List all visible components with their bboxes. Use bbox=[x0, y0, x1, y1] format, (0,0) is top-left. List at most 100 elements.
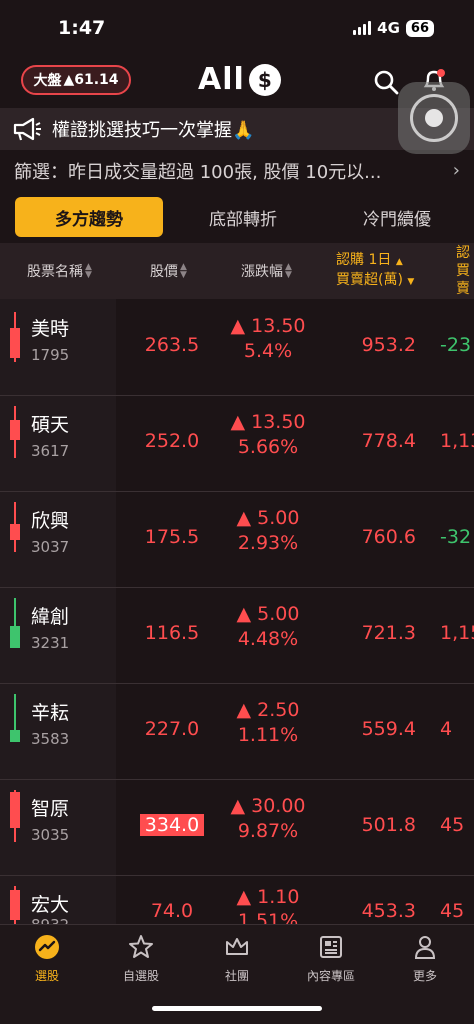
home-indicator[interactable] bbox=[152, 1006, 322, 1011]
app-logo: All $ bbox=[198, 62, 281, 97]
search-icon bbox=[374, 70, 399, 95]
call-net-buy: 559.4 bbox=[361, 718, 416, 740]
price-change: ▲ 30.00 bbox=[230, 795, 306, 817]
status-time: 1:47 bbox=[58, 17, 106, 39]
announcement-text: 權證挑選技巧一次掌握🙏 bbox=[52, 120, 255, 141]
nav-stock-pick[interactable]: 選股 bbox=[7, 933, 87, 993]
person-icon bbox=[414, 936, 436, 959]
filter-bar[interactable]: 篩選：昨日成交量超過 100張, 股價 10元以... › bbox=[0, 150, 474, 192]
stock-code: 3583 bbox=[31, 730, 70, 748]
battery-icon: 66 bbox=[405, 19, 434, 37]
nav-community[interactable]: 社團 bbox=[197, 933, 277, 993]
stock-price-limit-up: 334.0 bbox=[140, 814, 204, 836]
header-price-label: 股價 bbox=[150, 264, 178, 280]
extra-value: -32 bbox=[440, 526, 472, 548]
candlestick-icon bbox=[10, 502, 20, 552]
status-right: 4G 66 bbox=[353, 19, 434, 37]
price-change-pct: 1.11% bbox=[237, 724, 299, 746]
table-row[interactable]: 美時 1795 263.5 ▲ 13.50 5.4% 953.2 -23 bbox=[0, 300, 474, 396]
header-extra[interactable]: 認 買賣 bbox=[456, 243, 474, 299]
stock-code: 8932 bbox=[31, 916, 69, 924]
price-change: ▲ 13.50 bbox=[230, 315, 306, 337]
header-change-label: 漲跌幅 bbox=[241, 264, 283, 280]
stock-price: 175.5 bbox=[144, 526, 200, 548]
extra-value: 1,15 bbox=[440, 622, 474, 644]
table-row[interactable]: 辛耘 3583 227.0 ▲ 2.50 1.11% 559.4 4 bbox=[0, 684, 474, 780]
price-change: ▲ 5.00 bbox=[236, 603, 300, 625]
stock-code: 3035 bbox=[31, 826, 70, 844]
nav-content[interactable]: 內容專區 bbox=[291, 933, 371, 993]
price-change-pct: 2.93% bbox=[237, 532, 299, 554]
stock-code: 1795 bbox=[31, 346, 70, 364]
extra-value: 1,13 bbox=[440, 430, 474, 452]
nav-more[interactable]: 更多 bbox=[385, 933, 465, 993]
stock-name: 碩天 bbox=[31, 414, 70, 436]
header-call-net-buy[interactable]: 認購 1日 ▲ 買賣超(萬) ▼ bbox=[336, 243, 414, 299]
extra-value: 45 bbox=[440, 900, 465, 922]
strategy-tabs: 多方趨勢 底部轉折 冷門續優 bbox=[0, 195, 474, 239]
crown-icon bbox=[226, 938, 248, 955]
table-row[interactable]: 宏大 8932 74.0 ▲ 1.10 1.51% 453.3 45 bbox=[0, 876, 474, 924]
nav-label: 選股 bbox=[34, 969, 59, 983]
header-call-line1: 認購 1日 ▲ bbox=[336, 252, 403, 268]
tab-bullish-trend[interactable]: 多方趨勢 bbox=[15, 197, 163, 237]
stock-code: 3231 bbox=[31, 634, 70, 652]
dollar-coin-icon: $ bbox=[248, 63, 281, 96]
network-label: 4G bbox=[377, 19, 400, 37]
signal-icon bbox=[353, 21, 372, 35]
nav-label: 自選股 bbox=[122, 969, 159, 983]
extra-value: 4 bbox=[440, 718, 453, 740]
tab-bottom-reversal[interactable]: 底部轉折 bbox=[168, 197, 318, 237]
price-change: ▲ 5.00 bbox=[236, 507, 300, 529]
price-change: ▲ 13.50 bbox=[230, 411, 306, 433]
header-price[interactable]: 股價 ▲ ▼ bbox=[150, 243, 187, 299]
header-stock-name[interactable]: 股票名稱 ▲ ▼ bbox=[27, 243, 92, 299]
nav-watchlist[interactable]: 自選股 bbox=[101, 933, 181, 993]
header-call-line2: 買賣超(萬) ▼ bbox=[336, 272, 415, 288]
stock-code: 3617 bbox=[31, 442, 70, 460]
extra-value: 45 bbox=[440, 814, 465, 836]
price-change-pct: 5.4% bbox=[243, 340, 293, 362]
price-change: ▲ 1.10 bbox=[236, 886, 300, 908]
candlestick-icon bbox=[10, 886, 20, 924]
nav-label: 社團 bbox=[224, 969, 249, 983]
table-row[interactable]: 欣興 3037 175.5 ▲ 5.00 2.93% 760.6 -32 bbox=[0, 492, 474, 588]
stock-price: 116.5 bbox=[144, 622, 200, 644]
table-row[interactable]: 智原 3035 334.0 ▲ 30.00 9.87% 501.8 45 bbox=[0, 780, 474, 876]
call-net-buy: 501.8 bbox=[361, 814, 416, 836]
nav-label: 內容專區 bbox=[306, 969, 355, 983]
price-change: ▲ 2.50 bbox=[236, 699, 300, 721]
filter-text: 篩選：昨日成交量超過 100張, 股價 10元以... bbox=[14, 162, 382, 183]
stock-pick-icon bbox=[35, 935, 59, 959]
table-row[interactable]: 碩天 3617 252.0 ▲ 13.50 5.66% 778.4 1,13 bbox=[0, 396, 474, 492]
star-icon bbox=[129, 935, 153, 958]
stock-price: 252.0 bbox=[144, 430, 200, 452]
market-label: 大盤 bbox=[33, 73, 62, 89]
call-net-buy: 778.4 bbox=[361, 430, 416, 452]
table-header: 股票名稱 ▲ ▼ 股價 ▲ ▼ 漲跌幅 ▲ ▼ 認購 1日 ▲ 買賣超(萬) ▼ 認 … bbox=[0, 243, 474, 299]
header-extra-line2: 買賣 bbox=[456, 263, 470, 297]
stock-price: 227.0 bbox=[144, 718, 200, 740]
market-change: ▲61.14 bbox=[63, 72, 119, 88]
market-index-button[interactable]: 大盤 ▲61.14 bbox=[21, 65, 131, 95]
candlestick-icon bbox=[10, 406, 20, 458]
newspaper-icon bbox=[320, 936, 342, 958]
header-change[interactable]: 漲跌幅 ▲ ▼ bbox=[241, 243, 292, 299]
price-change-pct: 5.66% bbox=[237, 436, 299, 458]
table-row[interactable]: 緯創 3231 116.5 ▲ 5.00 4.48% 721.3 1,15 bbox=[0, 588, 474, 684]
chevron-right-icon: › bbox=[452, 160, 460, 181]
stock-name: 智原 bbox=[31, 798, 70, 820]
tab-cold-continuation[interactable]: 冷門續優 bbox=[322, 197, 472, 237]
assistive-touch-button[interactable] bbox=[398, 82, 470, 154]
stock-price: 74.0 bbox=[150, 900, 194, 922]
stock-name: 宏大 bbox=[31, 894, 70, 916]
call-net-buy: 953.2 bbox=[361, 334, 416, 356]
stock-name: 欣興 bbox=[31, 510, 70, 532]
candlestick-icon bbox=[10, 312, 20, 362]
price-change-pct: 1.51% bbox=[237, 910, 299, 924]
search-button[interactable] bbox=[372, 68, 400, 96]
sort-icon: ▲ ▼ bbox=[85, 262, 92, 280]
stock-price: 263.5 bbox=[144, 334, 200, 356]
price-change-pct: 9.87% bbox=[237, 820, 299, 842]
price-change-pct: 4.48% bbox=[237, 628, 299, 650]
